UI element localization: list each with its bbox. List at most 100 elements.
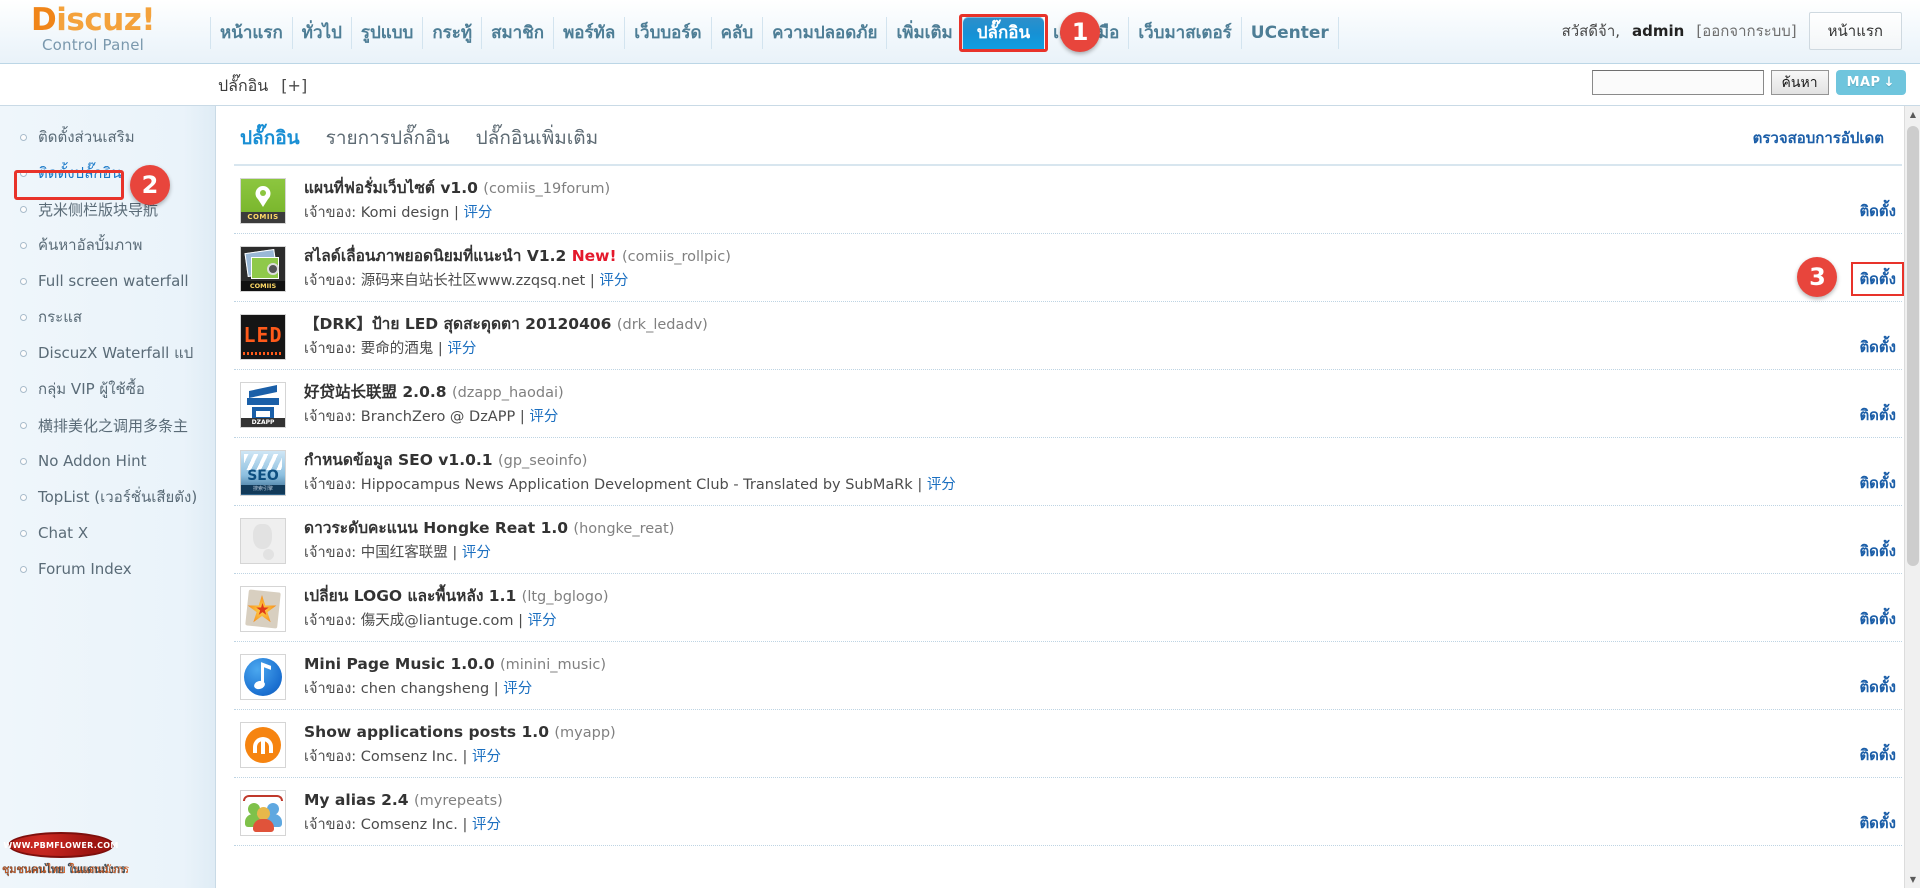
expand-toggle[interactable]: [+] (281, 76, 307, 95)
plugin-author-name: BranchZero @ DzAPP (360, 409, 520, 425)
nav-item-5[interactable]: พอร์ทัล (554, 17, 626, 49)
nav-item-12[interactable]: เว็บมาสเตอร์ (1129, 17, 1242, 49)
rate-link[interactable]: 评分 (447, 341, 476, 357)
sidebar-item-label: ติดตั้งปลั๊กอิน (38, 164, 122, 182)
plugin-title: Mini Page Music 1.0.0 (minini_music) (304, 652, 1902, 677)
home-button[interactable]: หน้าแรก (1808, 12, 1902, 50)
nav-item-1[interactable]: ทั่วไป (293, 17, 352, 49)
rate-link[interactable]: 评分 (529, 409, 558, 425)
sidebar-item-label: กลุ่ม VIP ผู้ใช้ซื้อ (38, 380, 145, 398)
separator: | (437, 341, 448, 357)
seo-icon: SEO 搜索引擎 (240, 450, 286, 496)
nav-item-0[interactable]: หน้าแรก (210, 17, 293, 49)
plugin-info: 【DRK】ป้าย LED สุดสะดุดตา 20120406 (drk_l… (304, 310, 1902, 362)
bullet-icon (20, 277, 27, 285)
search-button[interactable]: ค้นหา (1770, 70, 1829, 95)
search-input[interactable] (1591, 70, 1764, 95)
owner-prefix: เจ้าของ: (304, 681, 361, 697)
install-link[interactable]: ติดตั้ง (1859, 471, 1896, 495)
rate-link[interactable]: 评分 (503, 681, 532, 697)
sidebar-item-7[interactable]: กลุ่ม VIP ผู้ใช้ซื้อ (0, 371, 215, 407)
rate-link[interactable]: 评分 (528, 613, 557, 629)
sidebar-item-1[interactable]: ติดตั้งปลั๊กอิน (0, 155, 215, 191)
bullet-icon (20, 205, 27, 213)
install-link[interactable]: ติดตั้ง (1859, 335, 1896, 359)
separator: | (493, 681, 504, 697)
dzapp-icon: DZAPP (240, 382, 286, 428)
plugin-info: กำหนดข้อมูล SEO v1.0.1 (gp_seoinfo) เจ้าข… (304, 446, 1902, 498)
owner-prefix: เจ้าของ: (304, 341, 361, 357)
map-button[interactable]: MAP ↓ (1835, 70, 1906, 95)
plugin-title-text: สไลด์เลื่อนภาพยอดนิยมที่แนะนำ V1.2 (304, 247, 572, 265)
rate-link[interactable]: 评分 (472, 817, 501, 833)
nav-item-3[interactable]: กระทู้ (423, 17, 483, 49)
nav-item-6[interactable]: เว็บบอร์ด (625, 17, 712, 49)
sidebar-item-6[interactable]: DiscuzX Waterfall แป (0, 335, 215, 371)
owner-prefix: เจ้าของ: (304, 545, 361, 561)
nav-item-4[interactable]: สมาชิก (482, 17, 555, 49)
sidebar-item-3[interactable]: ค้นหาอัลบั้มภาพ (0, 227, 215, 263)
separator: | (452, 545, 462, 561)
plugin-author-line: เจ้าของ: Hippocampus News Application De… (304, 473, 1902, 498)
nav-item-9[interactable]: เพิ่มเติม (887, 17, 963, 49)
nav-item-13[interactable]: UCenter (1242, 17, 1339, 49)
install-link[interactable]: ติดตั้ง (1859, 607, 1896, 631)
sidebar-item-label: Forum Index (38, 560, 132, 578)
plugin-identifier: (comiis_19forum) (483, 181, 611, 197)
install-link[interactable]: ติดตั้ง (1859, 743, 1896, 767)
logout-link[interactable]: [ออกจากระบบ] (1696, 19, 1796, 43)
watermark-text-shadow: ชุมชนคนไทย ในแดนมังกร (2, 863, 126, 876)
logo-title: Discuz! (18, 4, 168, 36)
sidebar-item-12[interactable]: Forum Index (0, 551, 215, 587)
app-header: Discuz! Control Panel หน้าแรก ทั่วไป รูปแบ… (0, 0, 1920, 64)
sidebar-item-0[interactable]: ติดตั้งส่วนเสริม (0, 119, 215, 155)
plugin-info: แผนที่ฟอรั่มเว็บไซต์ v1.0 (comiis_19foru… (304, 174, 1902, 226)
plugin-author-name: Komi design (360, 205, 454, 221)
sidebar-item-10[interactable]: TopList (เวอร์ชั่นเสียตัง) (0, 479, 215, 515)
rate-link[interactable]: 评分 (463, 205, 492, 221)
nav-item-10[interactable]: ปลั๊กอิน (962, 17, 1045, 49)
install-link[interactable]: ติดตั้ง (1859, 267, 1896, 291)
scroll-down-arrow-icon[interactable]: ▼ (1905, 871, 1920, 888)
breadcrumb: ปลั๊กอิน [+] (218, 74, 307, 99)
sidebar-item-4[interactable]: Full screen waterfall (0, 263, 215, 299)
plugin-author-name: Hippocampus News Application Development… (360, 477, 918, 493)
install-link[interactable]: ติดตั้ง (1859, 539, 1896, 563)
nav-item-8[interactable]: ความปลอดภัย (763, 17, 888, 49)
install-link[interactable]: ติดตั้ง (1859, 811, 1896, 835)
page-scrollbar[interactable]: ▲ ▼ (1904, 106, 1920, 888)
rate-link[interactable]: 评分 (462, 545, 491, 561)
sidebar-item-2[interactable]: 克米侧栏版块导航 (0, 191, 215, 227)
plugin-author-name: chen changsheng (360, 681, 494, 697)
plugin-identifier: (minini_music) (500, 657, 607, 673)
bullet-icon (20, 385, 27, 393)
rate-link[interactable]: 评分 (472, 749, 501, 765)
sidebar-item-11[interactable]: Chat X (0, 515, 215, 551)
star-burst-icon (240, 586, 286, 632)
install-link[interactable]: ติดตั้ง (1859, 675, 1896, 699)
scrollbar-thumb[interactable] (1907, 126, 1919, 566)
sidebar-item-label: กระแส (38, 308, 83, 326)
plugin-title-text: 好贷站长联盟 2.0.8 (304, 383, 452, 401)
sidebar-item-8[interactable]: 横排美化之调用多条主 (0, 407, 215, 443)
sub-toolbar: ปลั๊กอิน [+] ค้นหา MAP ↓ (0, 64, 1920, 106)
scroll-up-arrow-icon[interactable]: ▲ (1905, 106, 1920, 123)
plugin-author-line: เจ้าของ: 傷天成@liantuge.com | 评分 (304, 609, 1902, 634)
install-link[interactable]: ติดตั้ง (1859, 199, 1896, 223)
install-link[interactable]: ติดตั้ง (1859, 403, 1896, 427)
rate-link[interactable]: 评分 (927, 477, 956, 493)
plugin-row: ดาวระดับคะแนน Hongke Reat 1.0 (hongke_re… (234, 506, 1902, 574)
check-update-link[interactable]: ตรวจสอบการอัปเดต (1753, 126, 1884, 150)
tab-1[interactable]: รายการปลั๊กอิน (326, 123, 450, 153)
sidebar-item-5[interactable]: กระแส (0, 299, 215, 335)
separator: | (518, 613, 528, 629)
page-body: ติดตั้งส่วนเสริม ติดตั้งปลั๊กอิน 克米侧栏版块导航ค… (0, 106, 1920, 888)
bullet-icon (20, 529, 27, 537)
plugin-identifier: (myapp) (554, 725, 616, 741)
rate-link[interactable]: 评分 (599, 273, 628, 289)
tab-2[interactable]: ปลั๊กอินเพิ่มเติม (476, 123, 599, 153)
nav-item-2[interactable]: รูปแบบ (352, 17, 424, 49)
sidebar-item-9[interactable]: No Addon Hint (0, 443, 215, 479)
tab-0[interactable]: ปลั๊กอิน (240, 123, 300, 153)
nav-item-7[interactable]: คลับ (712, 17, 764, 49)
